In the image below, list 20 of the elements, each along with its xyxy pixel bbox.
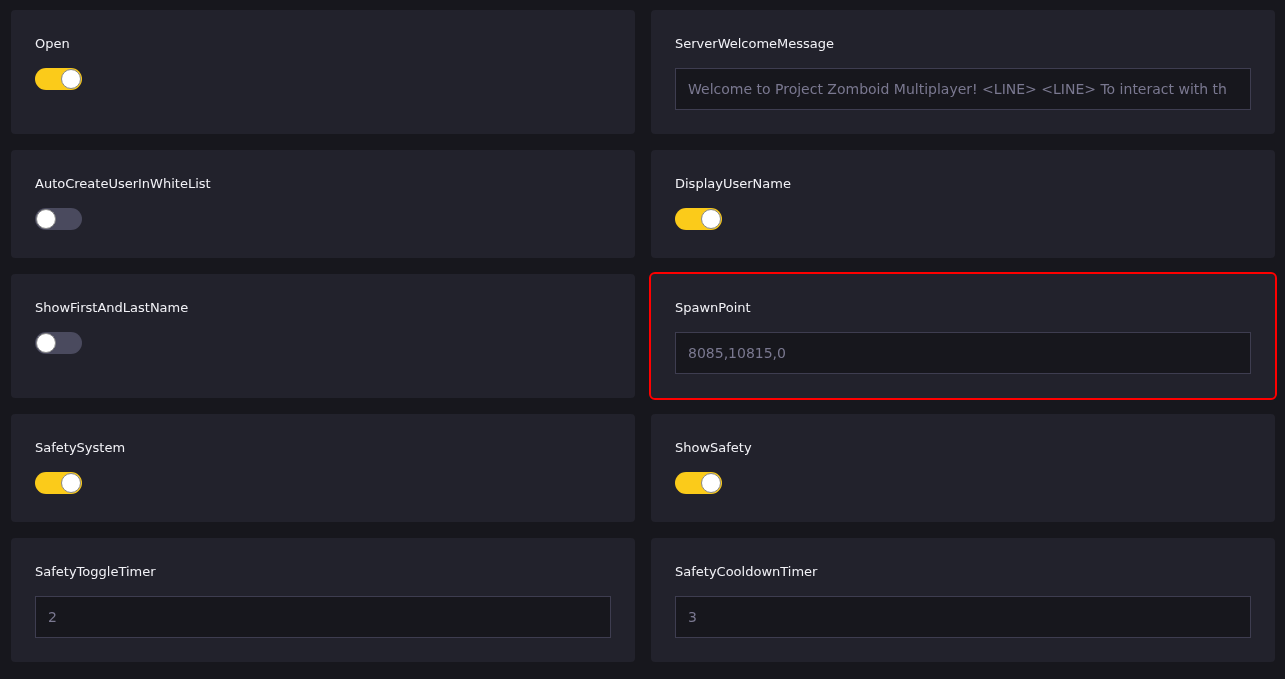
text-field[interactable]: 3 [675,596,1251,638]
setting-label: SpawnPoint [675,300,751,316]
toggle-switch[interactable] [35,68,82,90]
setting-label: SafetyCooldownTimer [675,564,818,580]
text-field[interactable]: Welcome to Project Zomboid Multiplayer! <LINE> <LINE> To interact with th [675,68,1251,110]
toggle-switch[interactable] [675,472,722,494]
setting-label: SafetyToggleTimer [35,564,156,580]
setting-label: SafetySystem [35,440,126,456]
setting-label: DisplayUserName [675,176,791,192]
setting-label: AutoCreateUserInWhiteList [35,176,211,192]
setting-label: ServerWelcomeMessage [675,36,835,52]
text-field[interactable]: 8085,10815,0 [675,332,1251,374]
toggle-switch[interactable] [35,332,82,354]
setting-label: Open [35,36,70,52]
setting-label: ShowSafety [675,440,752,456]
toggle-switch[interactable] [35,472,82,494]
setting-label: ShowFirstAndLastName [35,300,189,316]
text-field[interactable]: 2 [35,596,611,638]
toggle-switch[interactable] [35,208,82,230]
toggle-switch[interactable] [675,208,722,230]
